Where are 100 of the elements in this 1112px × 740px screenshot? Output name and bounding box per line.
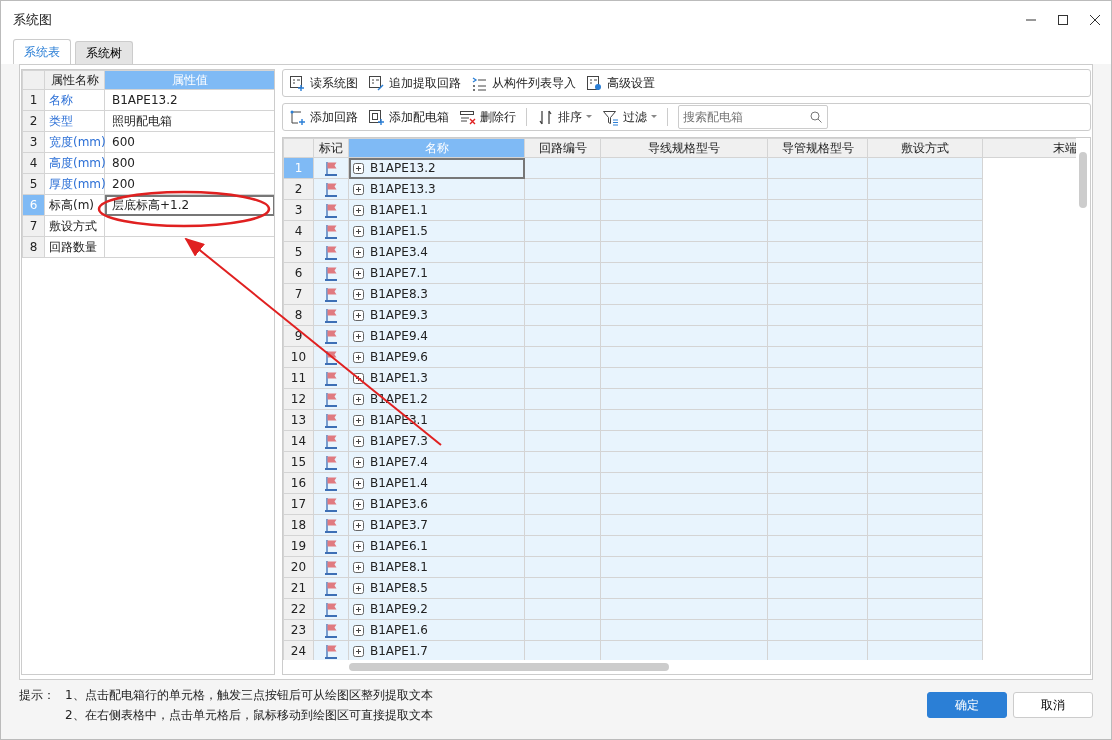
cancel-button[interactable]: 取消 [1013, 692, 1093, 718]
column-header: 导线规格型号 [600, 138, 768, 158]
line-plus-icon [289, 108, 306, 126]
row-number: 5 [22, 173, 45, 195]
row-number: 6 [283, 262, 314, 284]
column-header: 属性值 [104, 70, 274, 90]
property-name: 高度(mm) [44, 152, 105, 174]
expand-icon[interactable] [353, 351, 364, 363]
row-delete-icon [459, 108, 476, 126]
filter-icon [602, 108, 619, 126]
expand-icon[interactable] [353, 162, 364, 174]
toolbar-button[interactable]: 添加回路 [289, 108, 358, 126]
row-number: 12 [283, 388, 314, 410]
row-number: 13 [283, 409, 314, 431]
flag-icon [323, 412, 339, 429]
expand-icon[interactable] [353, 561, 364, 573]
tab[interactable]: 系统表 [13, 39, 71, 64]
flag-icon [323, 265, 339, 282]
expand-icon[interactable] [353, 456, 364, 468]
expand-icon[interactable] [353, 582, 364, 594]
expand-icon[interactable] [353, 414, 364, 426]
search-icon [810, 111, 822, 123]
column-header: 回路编号 [524, 138, 601, 158]
expand-icon[interactable] [353, 435, 364, 447]
property-value[interactable]: 层底标高+1.2 [104, 194, 274, 216]
row-number: 11 [283, 367, 314, 389]
row-number: 10 [283, 346, 314, 368]
toolbar-button[interactable]: 追加提取回路 [368, 74, 461, 92]
toolbar-button[interactable]: 读系统图 [289, 74, 358, 92]
expand-icon[interactable] [353, 309, 364, 321]
column-header: 名称 [348, 138, 525, 158]
flag-icon [323, 349, 339, 366]
expand-icon[interactable] [353, 246, 364, 258]
column-header: 敷设方式 [867, 138, 983, 158]
expand-icon[interactable] [353, 330, 364, 342]
row-number: 21 [283, 577, 314, 599]
property-name: 类型 [44, 110, 105, 132]
row-number: 5 [283, 241, 314, 263]
flag-icon [323, 160, 339, 177]
property-name: 标高(m) [44, 194, 105, 216]
flag-icon [323, 433, 339, 450]
expand-icon[interactable] [353, 372, 364, 384]
column-header: 属性名称 [44, 70, 105, 90]
hint-label: 提示： [19, 687, 55, 704]
expand-icon[interactable] [353, 183, 364, 195]
expand-icon[interactable] [353, 288, 364, 300]
toolbar-button[interactable]: 过滤 [602, 108, 657, 126]
toolbar-button[interactable]: 高级设置 [586, 74, 655, 92]
expand-icon[interactable] [353, 267, 364, 279]
expand-icon[interactable] [353, 540, 364, 552]
row-number: 1 [22, 89, 45, 111]
expand-icon[interactable] [353, 519, 364, 531]
hint-text: 1、点击配电箱行的单元格，触发三点按钮后可从绘图区整列提取文本 [65, 687, 433, 704]
property-name: 回路数量 [44, 236, 105, 258]
row-number: 4 [22, 152, 45, 174]
scrollbar-thumb[interactable] [349, 663, 669, 671]
document-gear-icon [586, 74, 603, 92]
expand-icon[interactable] [353, 477, 364, 489]
window-title: 系统图 [13, 11, 52, 30]
flag-icon [323, 391, 339, 408]
search-field[interactable]: 搜索配电箱 [678, 105, 828, 129]
flag-icon [323, 643, 339, 660]
row-number: 6 [22, 194, 45, 216]
toolbar-button[interactable]: 删除行 [459, 108, 516, 126]
row-number: 16 [283, 472, 314, 494]
flag-icon [323, 580, 339, 597]
ok-button[interactable]: 确定 [927, 692, 1007, 718]
toolbar-button[interactable]: 从构件列表导入 [471, 74, 576, 92]
expand-icon[interactable] [353, 204, 364, 216]
row-number: 15 [283, 451, 314, 473]
expand-icon[interactable] [353, 225, 364, 237]
flag-icon [323, 202, 339, 219]
flag-icon [323, 370, 339, 387]
column-header: 导管规格型号 [767, 138, 868, 158]
row-number: 22 [283, 598, 314, 620]
document-plus-icon [289, 74, 306, 92]
expand-icon[interactable] [353, 393, 364, 405]
column-header: 标记 [313, 138, 349, 158]
flag-icon [323, 538, 339, 555]
expand-icon[interactable] [353, 624, 364, 636]
toolbar-button[interactable]: 添加配电箱 [368, 108, 449, 126]
row-number: 14 [283, 430, 314, 452]
property-name: 敷设方式 [44, 215, 105, 237]
row-number: 2 [22, 110, 45, 132]
flag-icon [323, 454, 339, 471]
expand-icon[interactable] [353, 603, 364, 615]
row-number: 19 [283, 535, 314, 557]
row-number: 1 [283, 157, 314, 179]
expand-icon[interactable] [353, 645, 364, 657]
row-number: 23 [283, 619, 314, 641]
row-number: 7 [22, 215, 45, 237]
row-number: 3 [22, 131, 45, 153]
toolbar-button[interactable]: 排序 [537, 108, 592, 126]
property-name: 名称 [44, 89, 105, 111]
scrollbar-thumb[interactable] [1079, 152, 1087, 208]
sort-icon [537, 108, 554, 126]
tab[interactable]: 系统树 [75, 41, 133, 64]
row-number: 3 [283, 199, 314, 221]
expand-icon[interactable] [353, 498, 364, 510]
caret-icon [651, 115, 657, 119]
